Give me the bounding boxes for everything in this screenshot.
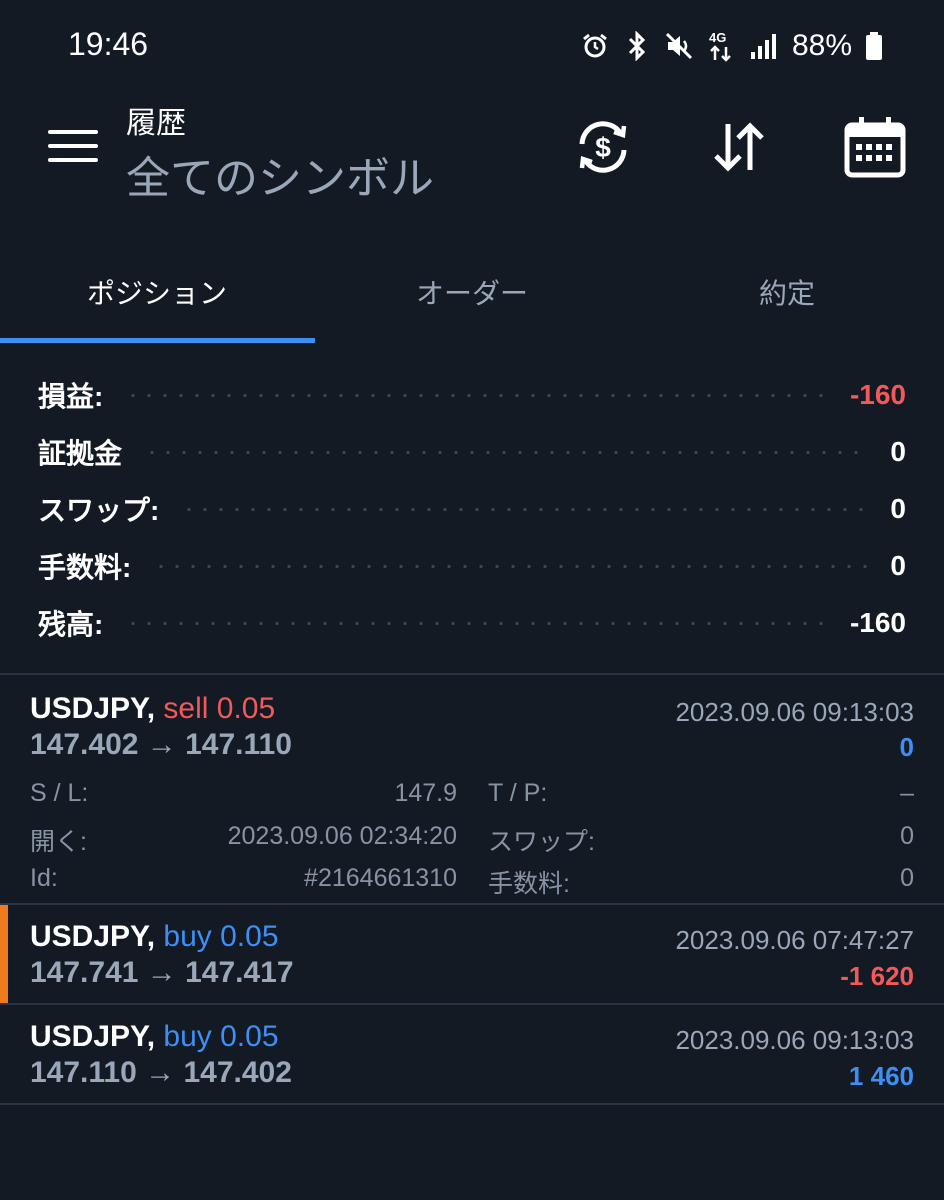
tp-label: T / P: xyxy=(488,779,548,807)
swap-detail-value: 0 xyxy=(900,822,914,850)
commission-value: 0 xyxy=(890,550,906,581)
sl-value: 147.9 xyxy=(394,779,457,807)
tp-value: – xyxy=(900,779,914,807)
signal-icon xyxy=(748,29,778,63)
deal-symbol: USDJPY, buy 0.05 xyxy=(30,1020,279,1053)
balance-value: -160 xyxy=(849,607,906,638)
commission-label: 手数料: xyxy=(38,552,132,583)
deal-symbol: USDJPY, sell 0.05 xyxy=(30,692,276,725)
alarm-icon xyxy=(580,29,610,63)
symbol-filter[interactable]: 全てのシンボル xyxy=(126,142,434,206)
active-tab-indicator xyxy=(0,338,315,343)
dot-leader xyxy=(125,621,828,625)
status-bar: 19:46 4G 88% xyxy=(0,0,944,90)
svg-text:$: $ xyxy=(595,132,611,163)
status-time: 19:46 xyxy=(68,26,149,62)
dot-leader xyxy=(144,450,869,454)
profit-label: 損益: xyxy=(38,381,104,412)
margin-label: 証拠金 xyxy=(38,438,123,469)
page-title: 履歴 xyxy=(126,107,186,140)
sort-icon[interactable] xyxy=(704,112,774,182)
open-value: 2023.09.06 02:34:20 xyxy=(227,822,457,850)
svg-text:4G: 4G xyxy=(709,30,726,45)
deal-profit: 1 460 xyxy=(848,1061,914,1091)
open-label: 開く: xyxy=(30,828,87,856)
commission-detail-value: 0 xyxy=(900,864,914,892)
bluetooth-icon xyxy=(622,29,652,63)
id-value: #2164661310 xyxy=(304,864,457,892)
deal-prices: 147.741 → 147.417 xyxy=(30,956,294,989)
swap-detail-label: スワップ: xyxy=(488,828,595,856)
divider xyxy=(0,1103,944,1105)
menu-button[interactable] xyxy=(48,126,98,166)
deal-side: buy 0.05 xyxy=(163,1020,279,1053)
deal-item[interactable]: USDJPY, sell 0.05 2023.09.06 09:13:03 14… xyxy=(0,675,944,903)
deal-side: sell 0.05 xyxy=(163,692,276,725)
tab-orders[interactable]: オーダー xyxy=(315,240,629,344)
deal-time: 2023.09.06 09:13:03 xyxy=(675,697,914,727)
profit-value: -160 xyxy=(849,379,906,410)
deal-prices: 147.110 → 147.402 xyxy=(30,1056,292,1089)
deal-item[interactable]: USDJPY, buy 0.05 2023.09.06 07:47:27 147… xyxy=(0,905,944,1003)
dot-leader xyxy=(153,564,869,568)
deal-symbol: USDJPY, buy 0.05 xyxy=(30,920,279,953)
hamburger-icon-line xyxy=(48,130,98,134)
summary-row-balance: 残高: -160 xyxy=(38,595,906,651)
tab-deals[interactable]: 約定 xyxy=(630,240,944,344)
deal-profit: 0 xyxy=(899,732,914,762)
deal-time: 2023.09.06 07:47:27 xyxy=(675,925,914,955)
network-4g-icon: 4G xyxy=(706,29,736,63)
summary-row-profit: 損益: -160 xyxy=(38,367,906,423)
margin-value: 0 xyxy=(890,436,906,467)
summary-row-margin: 証拠金 0 xyxy=(38,424,906,480)
dot-leader xyxy=(181,507,869,511)
hamburger-icon-line xyxy=(48,144,98,148)
status-icons: 4G 88% xyxy=(580,26,884,66)
calendar-icon[interactable] xyxy=(840,112,910,182)
summary-row-swap: スワップ: 0 xyxy=(38,481,906,537)
battery-icon xyxy=(864,29,884,63)
tab-positions[interactable]: ポジション xyxy=(0,240,314,344)
tab-bar: ポジション オーダー 約定 xyxy=(0,240,944,344)
mute-icon xyxy=(664,29,694,63)
deal-item[interactable]: USDJPY, buy 0.05 2023.09.06 09:13:03 147… xyxy=(0,1005,944,1103)
hamburger-icon-line xyxy=(48,158,98,162)
deal-prices: 147.402 → 147.110 xyxy=(30,728,292,761)
battery-percent: 88% xyxy=(791,29,852,62)
deal-time: 2023.09.06 09:13:03 xyxy=(675,1025,914,1055)
swap-value: 0 xyxy=(890,493,906,524)
sl-label: S / L: xyxy=(30,779,89,807)
dot-leader xyxy=(125,393,828,397)
summary-row-commission: 手数料: 0 xyxy=(38,538,906,594)
balance-label: 残高: xyxy=(38,609,104,640)
swap-label: スワップ: xyxy=(38,495,160,526)
id-label: Id: xyxy=(30,864,58,892)
deal-side: buy 0.05 xyxy=(163,920,279,953)
commission-detail-label: 手数料: xyxy=(488,870,570,898)
deal-profit: -1 620 xyxy=(840,961,914,991)
currency-refresh-icon[interactable]: $ xyxy=(568,112,638,182)
